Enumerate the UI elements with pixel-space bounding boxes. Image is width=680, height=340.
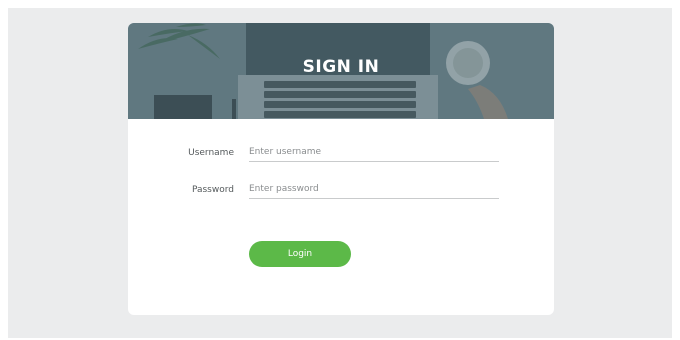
password-input[interactable] — [249, 180, 499, 199]
password-label: Password — [191, 185, 234, 195]
username-input[interactable] — [249, 143, 499, 162]
login-button[interactable]: Login — [249, 241, 351, 267]
username-label: Username — [188, 148, 234, 158]
header-image: SIGN IN — [128, 23, 554, 119]
sign-in-card: SIGN IN Username Password Login — [128, 23, 554, 315]
page-title: SIGN IN — [302, 57, 380, 77]
